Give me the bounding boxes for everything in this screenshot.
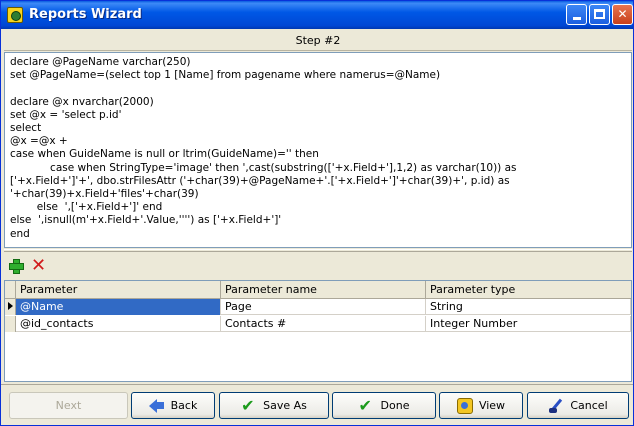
view-button[interactable]: View bbox=[439, 392, 523, 419]
row-indicator[interactable] bbox=[5, 316, 16, 332]
broom-icon bbox=[548, 398, 564, 414]
checkmark-icon: ✔ bbox=[241, 395, 255, 415]
maximize-icon bbox=[594, 9, 605, 19]
cell-parameter-name[interactable]: Page bbox=[221, 299, 426, 315]
maximize-button[interactable] bbox=[589, 4, 610, 25]
window-title: Reports Wizard bbox=[29, 7, 142, 22]
column-header-parameter-name[interactable]: Parameter name bbox=[221, 281, 426, 299]
sql-editor[interactable]: declare @PageName varchar(250) set @Page… bbox=[4, 52, 632, 248]
cell-parameter-type[interactable]: String bbox=[426, 299, 631, 315]
next-button[interactable]: Next bbox=[9, 392, 128, 419]
reports-wizard-window: Reports Wizard ✕ Step #2 declare @PageNa… bbox=[0, 0, 634, 426]
grid-header: Parameter Parameter name Parameter type bbox=[5, 281, 631, 299]
back-arrow-icon bbox=[148, 398, 165, 414]
title-bar[interactable]: Reports Wizard ✕ bbox=[1, 1, 633, 29]
checkmark-icon: ✔ bbox=[358, 395, 372, 415]
save-as-button[interactable]: ✔ Save As bbox=[219, 392, 329, 419]
minimize-icon bbox=[572, 17, 581, 20]
view-icon bbox=[456, 397, 473, 414]
done-button[interactable]: ✔ Done bbox=[332, 392, 436, 419]
step-label: Step #2 bbox=[4, 31, 632, 51]
table-row[interactable]: @id_contacts Contacts # Integer Number bbox=[5, 316, 631, 332]
back-button[interactable]: Back bbox=[131, 392, 215, 419]
cell-parameter[interactable]: @Name bbox=[16, 299, 221, 315]
done-button-label: Done bbox=[380, 399, 410, 412]
row-indicator[interactable] bbox=[5, 299, 16, 315]
column-header-parameter[interactable]: Parameter bbox=[16, 281, 221, 299]
cancel-button-label: Cancel bbox=[570, 399, 608, 412]
app-icon bbox=[7, 7, 23, 23]
cell-parameter-name[interactable]: Contacts # bbox=[221, 316, 426, 332]
close-button[interactable]: ✕ bbox=[612, 4, 633, 25]
parameters-grid: Parameter Parameter name Parameter type … bbox=[4, 280, 632, 382]
table-row[interactable]: @Name Page String bbox=[5, 299, 631, 315]
add-parameter-button[interactable] bbox=[4, 255, 25, 276]
header-indicator bbox=[5, 281, 16, 299]
column-header-parameter-type[interactable]: Parameter type bbox=[426, 281, 631, 299]
cross-icon: ✕ bbox=[30, 255, 47, 276]
minimize-button[interactable] bbox=[566, 4, 587, 25]
delete-parameter-button[interactable]: ✕ bbox=[27, 255, 48, 276]
cell-parameter[interactable]: @id_contacts bbox=[16, 316, 221, 332]
cell-parameter-type[interactable]: Integer Number bbox=[426, 316, 631, 332]
view-button-label: View bbox=[478, 399, 506, 412]
current-row-arrow-icon bbox=[8, 302, 13, 310]
grid-toolbar: ✕ bbox=[4, 253, 632, 279]
plus-icon bbox=[9, 259, 24, 274]
save-as-button-label: Save As bbox=[263, 399, 307, 412]
pane-splitter[interactable] bbox=[4, 249, 632, 252]
next-button-label: Next bbox=[55, 399, 82, 412]
close-icon: ✕ bbox=[617, 7, 628, 21]
back-button-label: Back bbox=[170, 399, 198, 412]
cancel-button[interactable]: Cancel bbox=[527, 392, 629, 419]
button-bar: Next Back ✔ Save As ✔ Done View Cancel bbox=[1, 384, 633, 425]
